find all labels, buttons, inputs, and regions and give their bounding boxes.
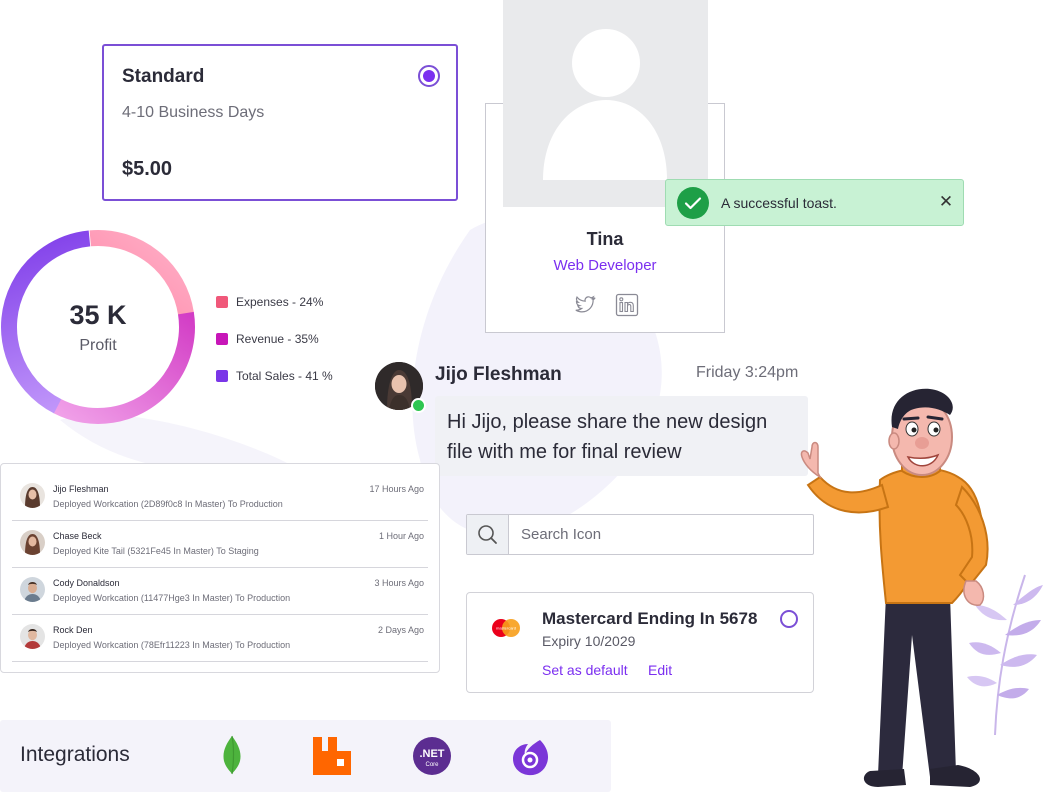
rabbitmq-icon [313,737,351,775]
legend-item-revenue: Revenue - 35% [216,320,333,357]
user-silhouette-icon [543,29,667,180]
chat-timestamp: Friday 3:24pm [696,364,799,381]
profile-role: Web Developer [553,257,657,274]
twitter-icon[interactable] [572,293,596,317]
activity-time: 17 Hours Ago [369,484,424,494]
legend-label: Expenses - 24% [236,294,324,309]
activity-name: Jijo Fleshman [53,484,109,494]
search-icon [478,525,497,544]
list-item[interactable]: Chase Beck Deployed Kite Tail (5321Fe45 … [12,521,428,568]
legend-label: Revenue - 35% [236,331,319,346]
activity-time: 2 Days Ago [377,625,424,635]
avatar [20,483,45,508]
legend-item-expenses: Expenses - 24% [216,283,333,320]
success-toast: A successful toast. ✕ [665,179,964,226]
mongodb-icon [223,735,241,775]
blazor-icon [513,740,549,776]
card-expiry: Expiry 10/2029 [542,633,636,649]
list-item[interactable]: Jijo Fleshman Deployed Workcation (2D89f… [12,474,428,521]
svg-text:.NET: .NET [419,748,444,760]
legend-swatch-total-sales [216,369,228,382]
check-circle-icon [677,187,709,219]
activity-name: Rock Den [53,625,93,635]
edit-link[interactable]: Edit [648,662,672,678]
list-item[interactable]: Rock Den Deployed Workcation (78Efr11223… [12,615,428,662]
list-item[interactable]: Cody Donaldson Deployed Workcation (1147… [12,568,428,615]
close-icon[interactable]: ✕ [938,193,954,211]
donut-legend: Expenses - 24% Revenue - 35% Total Sales… [216,283,333,394]
avatar [20,624,45,649]
activity-time: 3 Hours Ago [374,578,424,588]
shipping-radio-selected[interactable] [418,65,440,87]
search-button[interactable] [467,515,509,554]
svg-text:mastercard: mastercard [496,626,516,631]
activity-name: Chase Beck [53,531,102,541]
search-box [466,514,814,555]
shipping-price: $5.00 [122,158,173,180]
avatar [20,577,45,602]
character-illustration [800,388,989,787]
profile-name: Tina [586,229,624,249]
activity-time: 1 Hour Ago [378,531,424,541]
shipping-title: Standard [122,66,205,87]
integrations-title: Integrations [20,743,130,766]
activity-description: Deployed Workcation (78Efr11223 In Maste… [53,640,291,650]
legend-swatch-expenses [216,295,228,308]
legend-swatch-revenue [216,332,228,345]
legend-label: Total Sales - 41 % [236,368,333,383]
chat-message-bubble: Hi Jijo, please share the new design fil… [435,396,808,476]
svg-text:Core: Core [425,762,439,768]
dotnet-core-icon: .NET Core [413,737,451,775]
profile-avatar-placeholder [503,0,708,207]
donut-center-value: 35 K [69,300,127,330]
shipping-delivery-time: 4-10 Business Days [122,104,265,121]
set-default-link[interactable]: Set as default [542,662,628,678]
linkedin-icon[interactable] [615,293,639,317]
activity-description: Deployed Workcation (2D89f0c8 In Master)… [53,499,283,509]
activity-name: Cody Donaldson [53,578,120,588]
online-status-dot [411,398,426,413]
legend-item-total-sales: Total Sales - 41 % [216,357,333,394]
mastercard-logo-icon: mastercard [492,619,520,637]
payment-method-card[interactable]: mastercard Mastercard Ending In 5678 Exp… [466,592,814,693]
activity-description: Deployed Kite Tail (5321Fe45 In Master) … [53,546,259,556]
search-input[interactable] [509,515,811,554]
card-title: Mastercard Ending In 5678 [542,609,758,628]
activity-list: Jijo Fleshman Deployed Workcation (2D89f… [0,463,440,673]
donut-center-label: Profit [79,337,117,354]
integrations-bar: Integrations .NET Core [0,720,611,792]
activity-description: Deployed Workcation (11477Hge3 In Master… [53,593,291,603]
toast-message: A successful toast. [721,195,837,211]
avatar [20,530,45,555]
chat-sender-name: Jijo Fleshman [435,364,562,385]
shipping-option-card[interactable]: Standard 4-10 Business Days $5.00 [102,44,458,201]
